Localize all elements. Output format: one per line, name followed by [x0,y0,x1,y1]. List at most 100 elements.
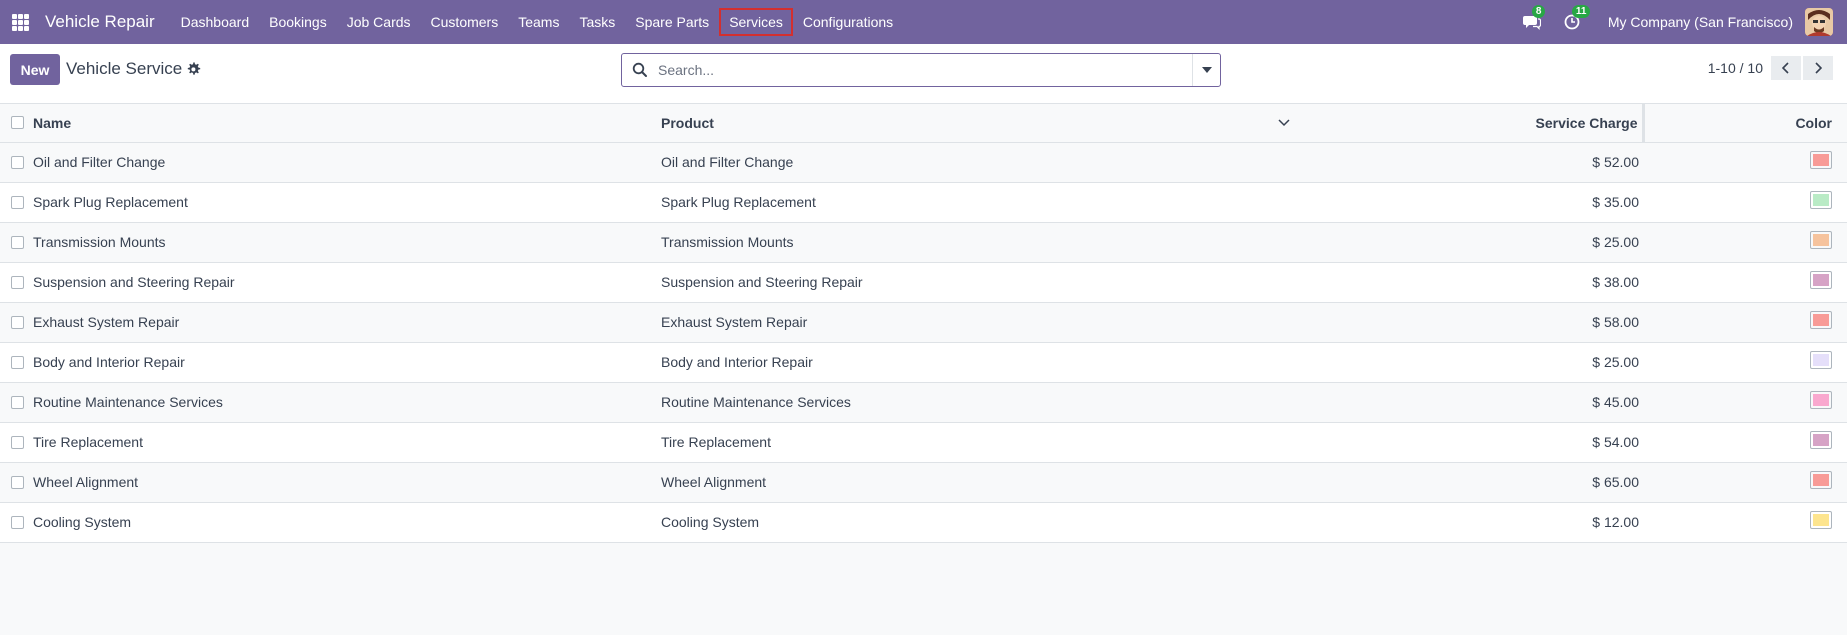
menu-services[interactable]: Services [719,8,793,36]
search-input[interactable] [656,55,1192,85]
cell-service-charge[interactable]: $ 65.00 [1301,462,1643,502]
cell-name[interactable]: Exhaust System Repair [33,302,661,342]
cell-color[interactable] [1643,142,1847,182]
select-all-checkbox[interactable] [11,116,24,130]
color-swatch[interactable] [1810,431,1832,450]
cell-color[interactable] [1643,182,1847,222]
messages-button[interactable]: 8 [1520,5,1546,34]
cell-service-charge[interactable]: $ 45.00 [1301,382,1643,422]
color-swatch[interactable] [1810,311,1832,330]
cell-color[interactable] [1643,302,1847,342]
color-swatch[interactable] [1810,471,1832,490]
cell-product[interactable]: Oil and Filter Change [661,142,1301,182]
pager-previous-button[interactable] [1771,56,1801,80]
table-row[interactable]: Routine Maintenance Services Routine Main… [0,382,1847,422]
cell-color[interactable] [1643,382,1847,422]
cell-service-charge[interactable]: $ 25.00 [1301,222,1643,262]
menu-spare-parts[interactable]: Spare Parts [625,8,719,36]
cell-service-charge[interactable]: $ 35.00 [1301,182,1643,222]
cell-name[interactable]: Body and Interior Repair [33,342,661,382]
cell-color[interactable] [1643,422,1847,462]
cell-color[interactable] [1643,502,1847,542]
row-checkbox[interactable] [11,155,24,169]
table-row[interactable]: Body and Interior Repair Body and Interio… [0,342,1847,382]
cell-name[interactable]: Transmission Mounts [33,222,661,262]
cell-color[interactable] [1643,342,1847,382]
row-checkbox[interactable] [11,395,24,409]
cell-service-charge[interactable]: $ 52.00 [1301,142,1643,182]
cell-name[interactable]: Tire Replacement [33,422,661,462]
company-switcher[interactable]: My Company (San Francisco) [1608,14,1793,30]
row-checkbox[interactable] [11,275,24,289]
row-checkbox[interactable] [11,515,24,529]
table-row[interactable]: Spark Plug Replacement Spark Plug Replace… [0,182,1847,222]
row-checkbox[interactable] [11,195,24,209]
search-options-toggle[interactable] [1192,54,1220,86]
cell-name[interactable]: Spark Plug Replacement [33,182,661,222]
control-panel: New Vehicle Service 1-10 / 10 [0,44,1847,104]
menu-customers[interactable]: Customers [421,8,509,36]
color-swatch[interactable] [1810,391,1832,410]
menu-teams[interactable]: Teams [508,8,569,36]
table-row[interactable]: Cooling System Cooling System $ 12.00 [0,502,1847,542]
cell-color[interactable] [1643,262,1847,302]
cell-service-charge[interactable]: $ 25.00 [1301,342,1643,382]
table-row[interactable]: Exhaust System Repair Exhaust System Repa… [0,302,1847,342]
row-checkbox[interactable] [11,315,24,329]
menu-tasks[interactable]: Tasks [569,8,625,36]
cell-product[interactable]: Transmission Mounts [661,222,1301,262]
cell-product[interactable]: Cooling System [661,502,1301,542]
cell-service-charge[interactable]: $ 54.00 [1301,422,1643,462]
cell-product[interactable]: Tire Replacement [661,422,1301,462]
header-service-charge[interactable]: Service Charge [1301,104,1645,142]
cell-service-charge[interactable]: $ 12.00 [1301,502,1643,542]
cell-name[interactable]: Routine Maintenance Services [33,382,661,422]
cell-service-charge[interactable]: $ 38.00 [1301,262,1643,302]
row-checkbox[interactable] [11,435,24,449]
menu-configurations[interactable]: Configurations [793,8,903,36]
menu-job-cards[interactable]: Job Cards [337,8,421,36]
table-row[interactable]: Oil and Filter Change Oil and Filter Chan… [0,142,1847,182]
color-swatch[interactable] [1810,351,1832,370]
cell-name[interactable]: Oil and Filter Change [33,142,661,182]
row-select-cell [0,142,33,182]
cell-product[interactable]: Spark Plug Replacement [661,182,1301,222]
cell-product[interactable]: Wheel Alignment [661,462,1301,502]
cell-color[interactable] [1643,222,1847,262]
menu-dashboard[interactable]: Dashboard [171,8,260,36]
avatar[interactable] [1805,8,1833,36]
color-swatch[interactable] [1810,271,1832,290]
row-checkbox[interactable] [11,355,24,369]
table-row[interactable]: Wheel Alignment Wheel Alignment $ 65.00 [0,462,1847,502]
cell-name[interactable]: Suspension and Steering Repair [33,262,661,302]
pager-value[interactable]: 1-10 / 10 [1708,60,1763,76]
row-checkbox[interactable] [11,475,24,489]
color-swatch[interactable] [1810,151,1832,170]
cell-product[interactable]: Routine Maintenance Services [661,382,1301,422]
menu-bookings[interactable]: Bookings [259,8,337,36]
cell-service-charge[interactable]: $ 58.00 [1301,302,1643,342]
color-swatch[interactable] [1810,511,1832,530]
pager-next-button[interactable] [1803,56,1833,80]
header-product[interactable]: Product [661,104,1301,142]
color-swatch[interactable] [1810,191,1832,210]
cell-color[interactable] [1643,462,1847,502]
new-button[interactable]: New [10,54,60,85]
apps-grid-icon[interactable] [12,13,29,31]
cell-product[interactable]: Body and Interior Repair [661,342,1301,382]
header-color[interactable]: Color [1643,104,1847,142]
table-row[interactable]: Tire Replacement Tire Replacement $ 54.00 [0,422,1847,462]
gear-icon[interactable] [186,61,202,77]
app-brand[interactable]: Vehicle Repair [39,8,161,36]
table-row[interactable]: Suspension and Steering Repair Suspension… [0,262,1847,302]
header-name[interactable]: Name [33,104,661,142]
activities-button[interactable]: 11 [1560,5,1591,34]
cell-name[interactable]: Cooling System [33,502,661,542]
cell-name[interactable]: Wheel Alignment [33,462,661,502]
cell-product[interactable]: Exhaust System Repair [661,302,1301,342]
row-checkbox[interactable] [11,235,24,249]
chevron-down-icon[interactable] [1277,116,1291,130]
cell-product[interactable]: Suspension and Steering Repair [661,262,1301,302]
color-swatch[interactable] [1810,231,1832,250]
table-row[interactable]: Transmission Mounts Transmission Mounts $ … [0,222,1847,262]
